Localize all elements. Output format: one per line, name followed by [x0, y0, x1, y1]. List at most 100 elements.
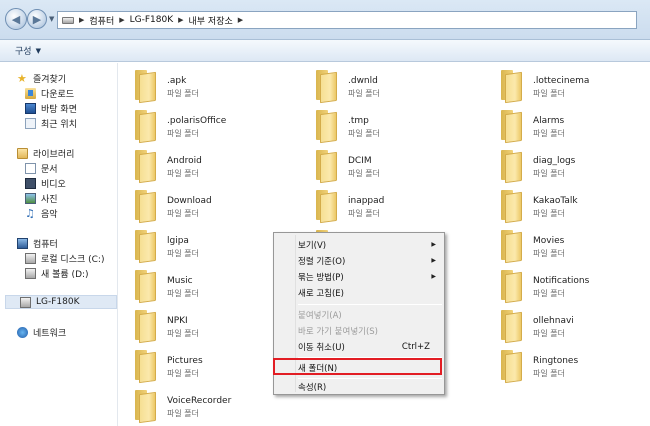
breadcrumb-device[interactable]: LG-F180K — [130, 15, 174, 25]
folder-type: 파일 폴더 — [167, 289, 199, 298]
sidebar-item-label: 네트워크 — [33, 328, 67, 339]
submenu-arrow-icon: ▶ — [431, 257, 436, 264]
folder-type: 파일 폴더 — [533, 289, 565, 298]
menu-item-paste[interactable]: 붙여넣기(A) — [276, 307, 442, 322]
folder-type: 파일 폴더 — [348, 209, 380, 218]
menu-item-view[interactable]: 보기(V) ▶ — [276, 237, 442, 252]
sidebar-item-label: 즐겨찾기 — [33, 74, 67, 85]
recent-pages-dropdown[interactable]: ▼ — [49, 15, 54, 23]
folder-item[interactable]: Android 파일 폴더 — [133, 150, 303, 186]
folder-icon — [314, 150, 338, 184]
submenu-arrow-icon: ▶ — [431, 273, 436, 280]
sidebar-item-documents[interactable]: 문서 — [25, 161, 58, 175]
chevron-right-icon[interactable]: ▶ — [238, 16, 243, 24]
folder-item[interactable]: .lottecinema 파일 폴더 — [499, 70, 650, 106]
menu-item-group-by[interactable]: 묶는 방법(P) ▶ — [276, 269, 442, 284]
menu-item-shortcut: Ctrl+Z — [401, 341, 430, 352]
sidebar-item-computer[interactable]: 컴퓨터 — [17, 236, 58, 250]
folder-name: ollehnavi — [533, 316, 574, 326]
folder-item[interactable]: Ringtones 파일 폴더 — [499, 350, 650, 386]
menu-item-properties[interactable]: 속성(R) — [276, 379, 442, 394]
organize-button[interactable]: 구성 ▼ — [15, 44, 41, 58]
folder-type: 파일 폴더 — [167, 369, 199, 378]
folder-name: inappad — [348, 196, 385, 206]
breadcrumb-computer[interactable]: 컴퓨터 — [89, 14, 114, 27]
sidebar-item-favorites[interactable]: ★ 즐겨찾기 — [17, 71, 66, 85]
address-bar[interactable]: ▶ 컴퓨터 ▶ LG-F180K ▶ 내부 저장소 ▶ — [57, 11, 637, 29]
folder-icon — [499, 350, 523, 384]
folder-item[interactable]: .dwnld 파일 폴더 — [314, 70, 484, 106]
folder-item[interactable]: .tmp 파일 폴더 — [314, 110, 484, 146]
sidebar-item-music[interactable]: ♫ 음악 — [25, 206, 58, 220]
sidebar-item-videos[interactable]: 비디오 — [25, 176, 66, 190]
back-button[interactable]: ◀ — [5, 8, 27, 30]
forward-button[interactable]: ▶ — [27, 9, 47, 29]
desktop-icon — [25, 102, 36, 114]
network-icon — [17, 326, 28, 338]
breadcrumb-internal-storage[interactable]: 내부 저장소 — [189, 14, 233, 27]
menu-item-sort-by[interactable]: 정렬 기준(O) ▶ — [276, 253, 442, 268]
menu-item-label: 새로 고침(E) — [298, 288, 344, 299]
folder-type: 파일 폴더 — [533, 169, 565, 178]
sidebar-item-label: 사진 — [41, 194, 58, 205]
hard-drive-icon — [25, 252, 36, 264]
folder-item[interactable]: Movies 파일 폴더 — [499, 230, 650, 266]
folder-type: 파일 폴더 — [167, 329, 199, 338]
picture-icon — [25, 192, 36, 204]
sidebar-item-recent[interactable]: 최근 위치 — [25, 116, 77, 130]
folder-icon — [133, 230, 157, 264]
folder-item[interactable]: Notifications 파일 폴더 — [499, 270, 650, 306]
folder-item[interactable]: inappad 파일 폴더 — [314, 190, 484, 226]
folder-type: 파일 폴더 — [533, 209, 565, 218]
folder-name: NPKI — [167, 316, 188, 326]
folder-item[interactable]: KakaoTalk 파일 폴더 — [499, 190, 650, 226]
folder-icon — [499, 110, 523, 144]
folder-name: .apk — [167, 76, 187, 86]
sidebar-item-label: 문서 — [41, 164, 58, 175]
folder-item[interactable]: .apk 파일 폴더 — [133, 70, 303, 106]
menu-item-new-folder[interactable]: 새 폴더(N) — [276, 360, 442, 375]
folder-type: 파일 폴더 — [167, 409, 199, 418]
chevron-right-icon[interactable]: ▶ — [178, 16, 183, 24]
folder-item[interactable]: diag_logs 파일 폴더 — [499, 150, 650, 186]
sidebar-item-label: 다운로드 — [41, 89, 75, 100]
sidebar-item-local-disk[interactable]: 로컬 디스크 (C:) — [25, 251, 104, 265]
sidebar-item-label: 새 볼륨 (D:) — [41, 269, 89, 280]
folder-icon — [133, 390, 157, 424]
sidebar-item-downloads[interactable]: 다운로드 — [25, 86, 74, 100]
sidebar-item-label: 컴퓨터 — [33, 239, 58, 250]
menu-item-label: 붙여넣기(A) — [298, 310, 342, 321]
folder-type: 파일 폴더 — [533, 329, 565, 338]
folder-name: Movies — [533, 236, 565, 246]
sidebar-item-new-volume[interactable]: 새 볼륨 (D:) — [25, 266, 89, 280]
folder-name: .dwnld — [348, 76, 378, 86]
sidebar-item-device[interactable]: LG-F180K — [5, 295, 117, 309]
folder-type: 파일 폴더 — [167, 249, 199, 258]
folder-type: 파일 폴더 — [167, 169, 199, 178]
menu-item-paste-shortcut[interactable]: 바로 가기 붙여넣기(S) — [276, 323, 442, 338]
folder-type: 파일 폴더 — [533, 89, 565, 98]
sidebar-item-label: 최근 위치 — [41, 119, 77, 130]
folder-icon — [499, 310, 523, 344]
folder-type: 파일 폴더 — [167, 209, 199, 218]
folder-icon — [499, 150, 523, 184]
device-icon — [62, 16, 74, 24]
sidebar-item-network[interactable]: 네트워크 — [17, 325, 66, 339]
folder-icon — [314, 110, 338, 144]
menu-item-undo-move[interactable]: 이동 취소(U) Ctrl+Z — [276, 339, 442, 354]
context-menu: 보기(V) ▶ 정렬 기준(O) ▶ 묶는 방법(P) ▶ 새로 고침(E) 붙… — [273, 232, 445, 395]
folder-item[interactable]: DCIM 파일 폴더 — [314, 150, 484, 186]
sidebar-item-libraries[interactable]: 라이브러리 — [17, 146, 74, 160]
sidebar-item-pictures[interactable]: 사진 — [25, 191, 58, 205]
folder-item[interactable]: Download 파일 폴더 — [133, 190, 303, 226]
menu-item-refresh[interactable]: 새로 고침(E) — [276, 285, 442, 300]
folder-item[interactable]: .polarisOffice 파일 폴더 — [133, 110, 303, 146]
folder-type: 파일 폴더 — [348, 169, 380, 178]
menu-item-label: 속성(R) — [298, 382, 327, 393]
folder-item[interactable]: Alarms 파일 폴더 — [499, 110, 650, 146]
chevron-right-icon[interactable]: ▶ — [79, 16, 84, 24]
folder-item[interactable]: ollehnavi 파일 폴더 — [499, 310, 650, 346]
sidebar-item-desktop[interactable]: 바탕 화면 — [25, 101, 77, 115]
folder-item[interactable]: VoiceRecorder 파일 폴더 — [133, 390, 303, 426]
chevron-right-icon[interactable]: ▶ — [119, 16, 124, 24]
